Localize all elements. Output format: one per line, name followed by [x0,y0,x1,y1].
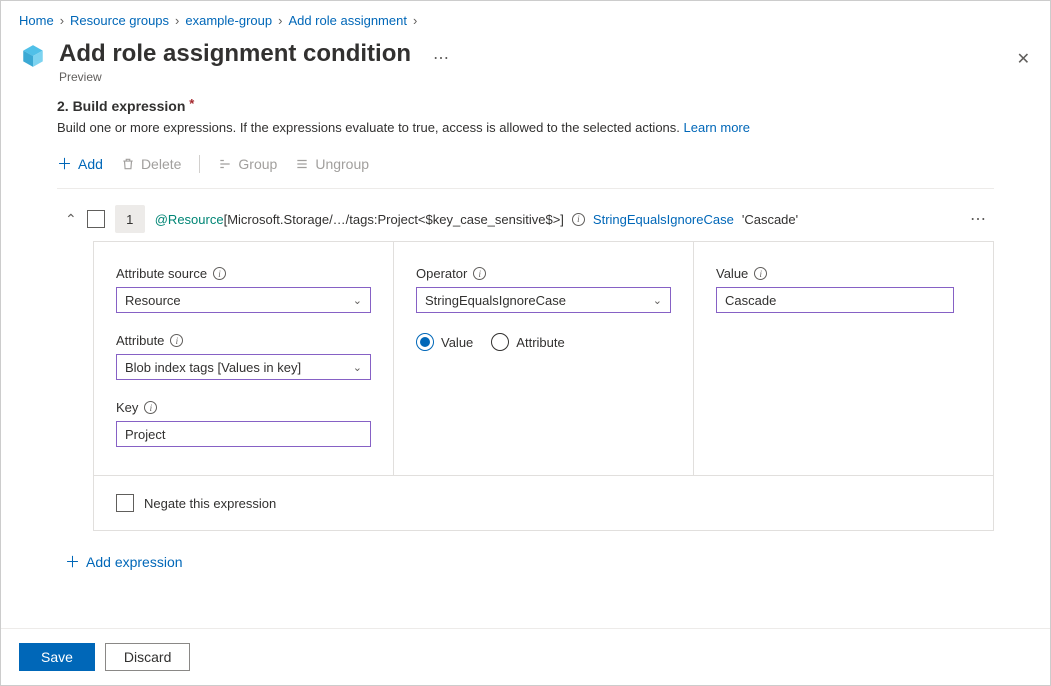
more-icon[interactable]: ⋯ [433,48,449,68]
chevron-down-icon: ⌄ [653,294,662,307]
breadcrumb-add-role-assignment[interactable]: Add role assignment [288,13,407,28]
attribute-source-label: Attribute source i [116,266,371,281]
value-input[interactable]: Cascade [716,287,954,313]
chevron-up-icon[interactable]: ⌃ [65,211,77,228]
expression-checkbox[interactable] [87,210,105,228]
chevron-right-icon: › [60,13,64,28]
page-header: Add role assignment condition Preview ⋯ … [1,36,1050,94]
chevron-right-icon: › [175,13,179,28]
radio-value[interactable]: Value [416,333,473,351]
value-type-radio-group: Value Attribute [416,333,671,351]
plus-icon: ＋ [57,153,72,174]
breadcrumb-home[interactable]: Home [19,13,54,28]
operator-label: Operator i [416,266,671,281]
info-icon[interactable]: i [473,267,486,280]
attribute-select[interactable]: Blob index tags [Values in key] ⌄ [116,354,371,380]
info-icon[interactable]: i [572,213,585,226]
operator-select[interactable]: StringEqualsIgnoreCase ⌄ [416,287,671,313]
expression-resource-keyword: @Resource [155,212,224,227]
expression-path: [Microsoft.Storage/…/tags:Project<$key_c… [224,212,564,227]
value-label: Value i [716,266,971,281]
chevron-down-icon: ⌄ [353,294,362,307]
page-title: Add role assignment condition [59,40,411,68]
section-title: 2. Build expression * [57,98,994,114]
attribute-label: Attribute i [116,333,371,348]
discard-button[interactable]: Discard [105,643,190,671]
add-expression-button[interactable]: ＋ Add expression [65,551,994,572]
divider [199,155,200,173]
info-icon[interactable]: i [754,267,767,280]
cube-icon [19,42,47,70]
ungroup-icon [295,157,309,171]
expression-toolbar: ＋ Add Delete Group Ungroup [57,149,994,189]
section-description: Build one or more expressions. If the ex… [57,120,994,135]
trash-icon [121,157,135,171]
plus-icon: ＋ [65,551,80,572]
negate-label: Negate this expression [144,496,276,511]
group-icon [218,157,232,171]
info-icon[interactable]: i [144,401,157,414]
more-icon[interactable]: ⋯ [970,209,994,229]
chevron-right-icon: › [413,13,417,28]
chevron-right-icon: › [278,13,282,28]
group-button: Group [218,156,277,172]
add-button[interactable]: ＋ Add [57,153,103,174]
info-icon[interactable]: i [213,267,226,280]
close-icon[interactable]: ✕ [1017,49,1030,69]
expression-summary-row: ⌃ 1 @Resource[Microsoft.Storage/…/tags:P… [57,205,994,241]
page-subtitle: Preview [59,70,411,84]
learn-more-link[interactable]: Learn more [684,120,750,135]
expression-number: 1 [115,205,145,233]
ungroup-button: Ungroup [295,156,369,172]
radio-attribute[interactable]: Attribute [491,333,564,351]
breadcrumb-resource-groups[interactable]: Resource groups [70,13,169,28]
save-button[interactable]: Save [19,643,95,671]
source-column: Attribute source i Resource ⌄ Attribute … [94,242,394,475]
key-input[interactable]: Project [116,421,371,447]
expression-value: 'Cascade' [742,212,798,227]
expression-operator: StringEqualsIgnoreCase [593,212,734,227]
key-label: Key i [116,400,371,415]
expression-editor: Attribute source i Resource ⌄ Attribute … [93,241,994,531]
operator-column: Operator i StringEqualsIgnoreCase ⌄ Valu… [394,242,694,475]
footer: Save Discard [1,628,1050,685]
breadcrumb: Home › Resource groups › example-group ›… [1,1,1050,36]
attribute-source-select[interactable]: Resource ⌄ [116,287,371,313]
value-column: Value i Cascade [694,242,993,475]
breadcrumb-example-group[interactable]: example-group [185,13,272,28]
delete-button: Delete [121,156,181,172]
info-icon[interactable]: i [170,334,183,347]
negate-row: Negate this expression [94,475,993,530]
negate-checkbox[interactable] [116,494,134,512]
chevron-down-icon: ⌄ [353,361,362,374]
